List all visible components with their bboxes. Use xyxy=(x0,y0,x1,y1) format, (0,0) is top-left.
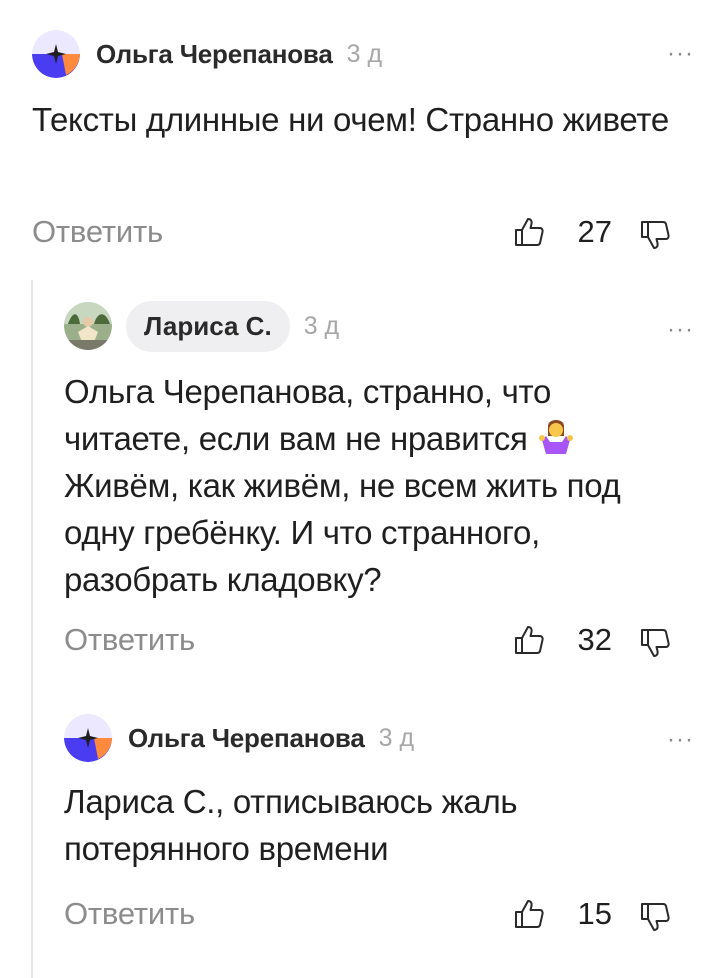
comment-header: Лариса С. 3 д xyxy=(64,300,339,352)
avatar[interactable] xyxy=(32,30,80,78)
comment-time: 3 д xyxy=(303,311,340,340)
author-name[interactable]: Ольга Черепанова xyxy=(128,723,365,754)
author-name[interactable]: Ольга Черепанова xyxy=(96,39,333,70)
comment-text-line: читаете, если вам не нравится xyxy=(64,420,528,457)
avatar-photo-icon xyxy=(64,302,112,350)
avatar-logo-icon xyxy=(64,714,112,762)
thumbs-down-icon[interactable] xyxy=(638,900,672,934)
avatar[interactable] xyxy=(64,302,112,350)
more-dots-icon[interactable]: ··· xyxy=(667,728,694,752)
comment-time: 3 д xyxy=(346,39,383,68)
thumbs-down-icon[interactable] xyxy=(638,626,672,660)
avatar[interactable] xyxy=(64,714,112,762)
reply-button[interactable]: Ответить xyxy=(32,212,163,252)
like-count: 32 xyxy=(577,622,612,657)
comment-actions: Ответить 32 xyxy=(0,620,720,660)
thumbs-up-icon[interactable] xyxy=(512,897,546,931)
comment-text: Ольга Черепанова, странно, что читаете, … xyxy=(64,368,694,603)
thumbs-up-icon[interactable] xyxy=(512,215,546,249)
comment-header: Ольга Черепанова 3 д xyxy=(64,712,414,764)
avatar-logo-icon xyxy=(32,30,80,78)
comment-text: Тексты длинные ни очем! Странно живете xyxy=(32,101,669,138)
comment-header: Ольга Черепанова 3 д xyxy=(32,28,382,80)
reply-button[interactable]: Ответить xyxy=(64,894,195,934)
thumbs-down-icon[interactable] xyxy=(638,218,672,252)
comment-actions: Ответить 15 xyxy=(0,894,720,934)
comment-actions: Ответить 27 xyxy=(0,212,720,252)
more-dots-icon[interactable]: ··· xyxy=(667,42,694,66)
more-dots-icon[interactable]: ··· xyxy=(667,318,694,342)
comment-text-line: Ольга Черепанова, странно, что xyxy=(64,373,552,410)
like-count: 15 xyxy=(577,896,612,931)
like-count: 27 xyxy=(577,214,612,249)
comment-text-rest: Живём, как живём, не всем жить под одну … xyxy=(64,467,621,598)
reply-button[interactable]: Ответить xyxy=(64,620,195,660)
comment-text: Лариса С., отписываюсь жаль потерянного … xyxy=(64,783,518,867)
person-shrugging-emoji xyxy=(539,420,574,454)
thumbs-up-icon[interactable] xyxy=(512,623,546,657)
author-name[interactable]: Лариса С. xyxy=(126,300,290,352)
comment-time: 3 д xyxy=(378,723,415,752)
